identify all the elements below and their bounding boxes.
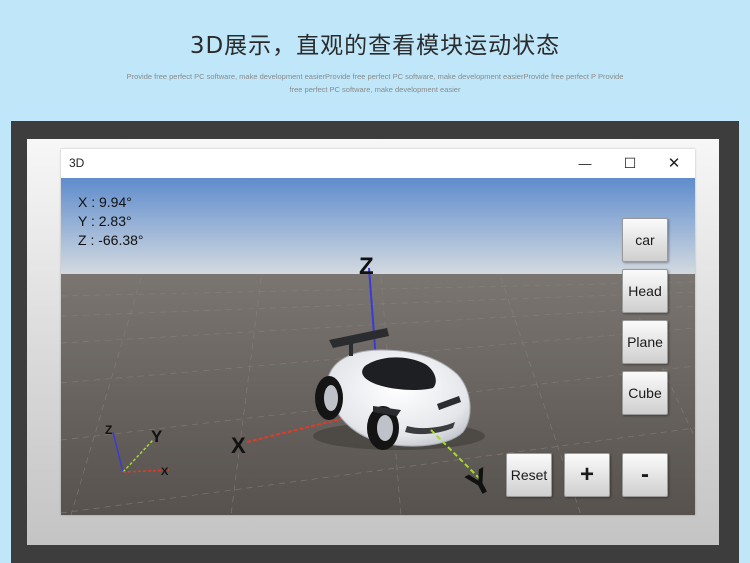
- svg-text:Z: Z: [105, 423, 112, 437]
- page-subtitle: Provide free perfect PC software, make d…: [126, 72, 624, 94]
- screenshot-panel: 3D — ☐ ✕ Z X Y Z Y X X: 9.94° Y: 2.83°…: [27, 139, 719, 545]
- screenshot-stage: 3D — ☐ ✕ Z X Y Z Y X X: 9.94° Y: 2.83°…: [11, 121, 739, 563]
- window-titlebar: 3D — ☐ ✕: [61, 149, 695, 178]
- z-axis-label: Z: [359, 253, 374, 280]
- zoom-out-button[interactable]: -: [622, 453, 668, 497]
- zoom-in-button[interactable]: +: [564, 453, 610, 497]
- y-rotation-readout: Y : 2.83°: [78, 213, 132, 229]
- window-title: 3D: [69, 156, 85, 170]
- minimize-button[interactable]: —: [563, 149, 607, 178]
- close-button[interactable]: ✕: [652, 149, 696, 178]
- x-rotation-readout: X : 9.94°: [78, 194, 132, 210]
- z-rotation-readout: Z : -66.38°: [78, 232, 144, 248]
- x-axis-label: X: [231, 433, 246, 458]
- car-button[interactable]: car: [622, 218, 668, 262]
- sky: [61, 178, 695, 278]
- 3d-viewport[interactable]: Z X Y Z Y X X: 9.94° Y: 2.83° Z: -66.…: [61, 178, 695, 515]
- reset-button[interactable]: Reset: [506, 453, 552, 497]
- app-window: 3D — ☐ ✕ Z X Y Z Y X X: 9.94° Y: 2.83°…: [61, 149, 695, 515]
- svg-text:Y: Y: [151, 427, 163, 446]
- page-headline: 3D展示，直观的查看模块运动状态: [189, 33, 561, 59]
- svg-text:X: X: [161, 466, 169, 478]
- maximize-button[interactable]: ☐: [608, 149, 652, 178]
- cube-button[interactable]: Cube: [622, 371, 668, 415]
- head-button[interactable]: Head: [622, 269, 668, 313]
- plane-button[interactable]: Plane: [622, 320, 668, 364]
